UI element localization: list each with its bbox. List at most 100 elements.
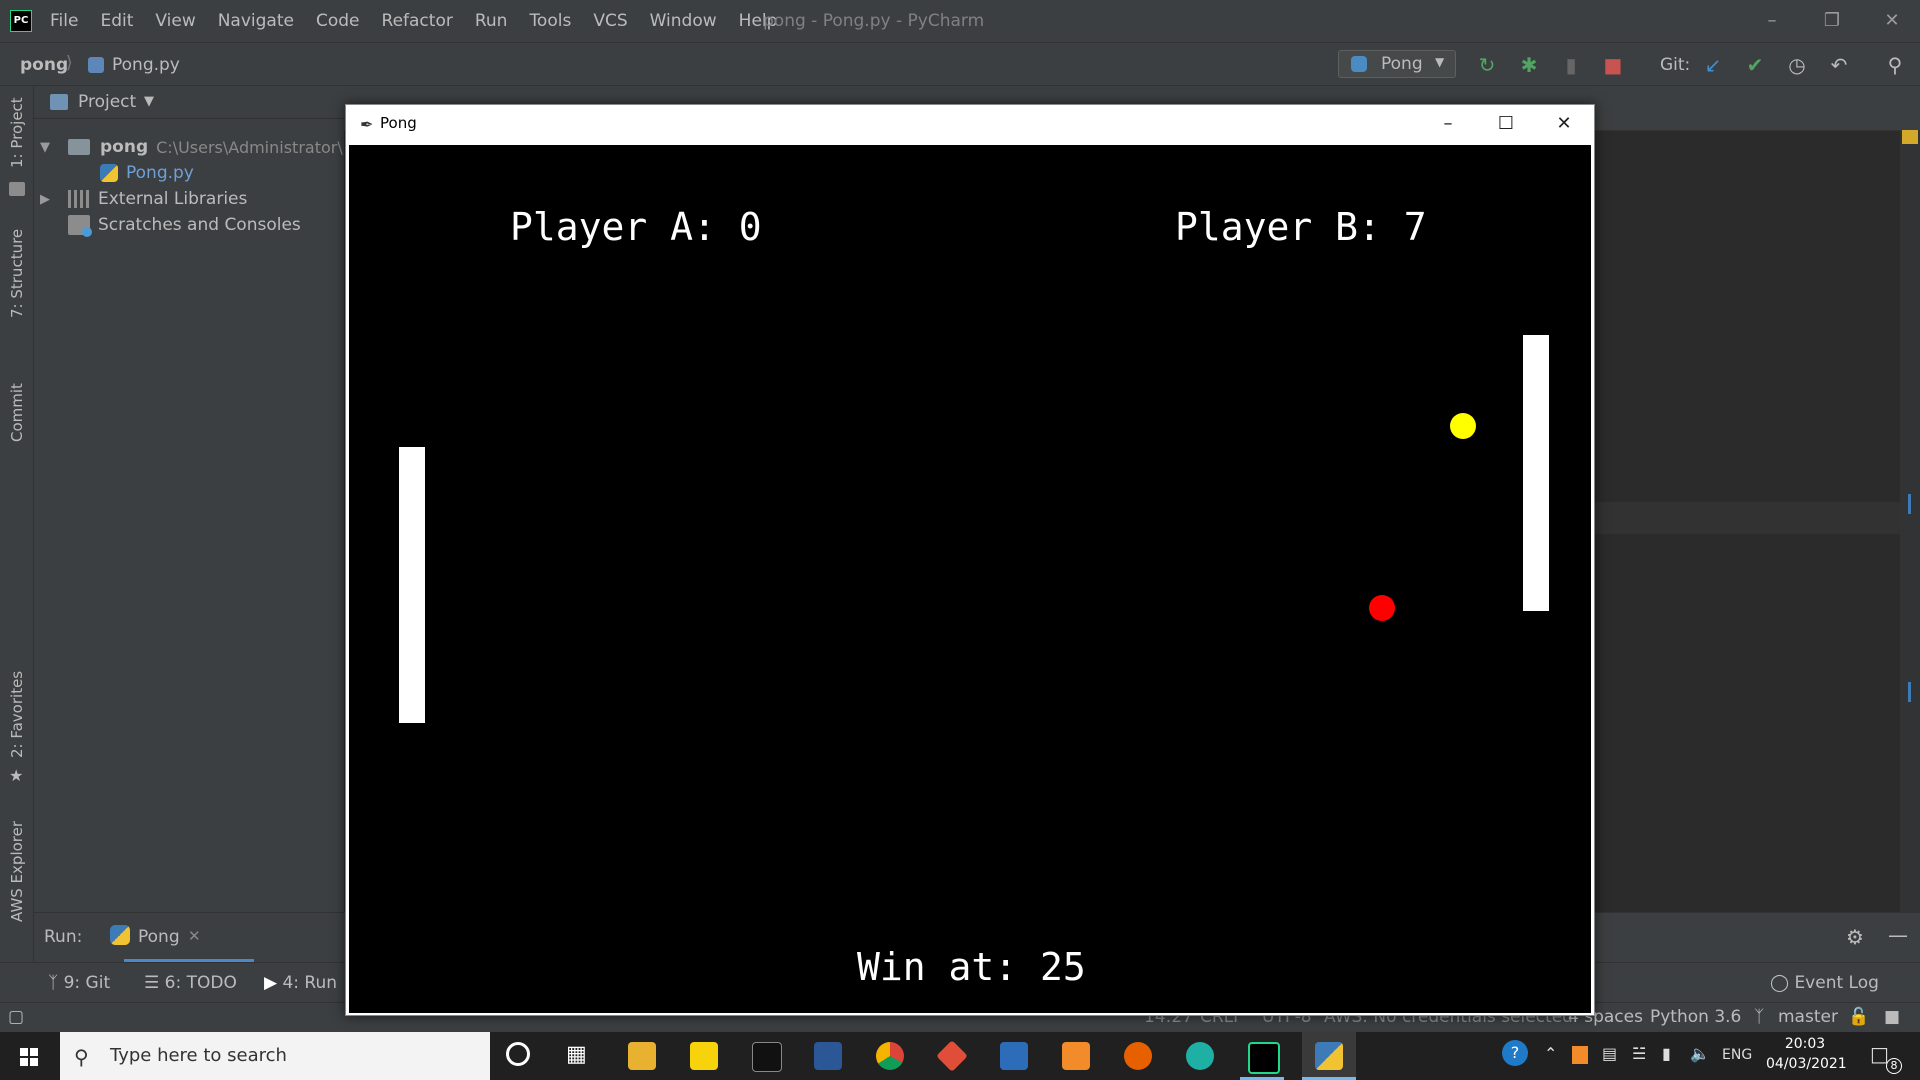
status-git-branch[interactable]: master xyxy=(1778,1007,1838,1027)
gear-icon[interactable]: ⚙ xyxy=(1846,925,1864,949)
run-configuration-select[interactable]: Pong ▼ xyxy=(1338,50,1456,78)
run-tab-pong[interactable]: Pong xyxy=(138,927,180,947)
menu-window[interactable]: Window xyxy=(650,11,717,31)
event-log-button[interactable]: ◯ Event Log xyxy=(1770,973,1879,993)
edge-icon[interactable] xyxy=(1186,1042,1214,1070)
tree-item-scratches[interactable]: Scratches and Consoles xyxy=(68,212,301,238)
pong-window[interactable]: ✒ Pong – ☐ ✕ Player A: 0 Player B: 7 Win… xyxy=(345,104,1595,1016)
wifi-icon[interactable]: ☱ xyxy=(1632,1044,1646,1063)
player-b-score: Player B: 7 xyxy=(1175,205,1427,249)
menu-tools[interactable]: Tools xyxy=(529,11,571,31)
chevron-up-icon[interactable]: ⌃ xyxy=(1544,1044,1557,1063)
tree-item-external-libraries[interactable]: ▶ External Libraries xyxy=(40,186,247,212)
taskbar-search[interactable]: ⚲ Type here to search xyxy=(60,1032,490,1080)
help-icon[interactable]: ? xyxy=(1502,1040,1528,1066)
close-icon[interactable]: ✕ xyxy=(1538,107,1590,141)
menu-refactor[interactable]: Refactor xyxy=(382,11,453,31)
coverage-icon[interactable]: ▮ xyxy=(1558,53,1584,79)
menu-code[interactable]: Code xyxy=(316,11,360,31)
tool-git[interactable]: ᛉ 9: Git xyxy=(48,973,110,993)
terminal-icon[interactable] xyxy=(752,1042,782,1072)
task-view-icon[interactable]: ▦ xyxy=(566,1042,587,1067)
notification-count: 8 xyxy=(1886,1058,1902,1074)
pong-title-bar[interactable]: ✒ Pong – ☐ ✕ xyxy=(346,105,1594,143)
chevron-down-icon[interactable]: ▼ xyxy=(144,94,154,109)
rollback-icon[interactable]: ↶ xyxy=(1826,53,1852,79)
tab-aws-explorer[interactable]: AWS Explorer xyxy=(8,821,26,922)
git-client-icon[interactable] xyxy=(936,1040,968,1072)
menu-view[interactable]: View xyxy=(155,11,195,31)
rerun-icon[interactable]: ↻ xyxy=(1474,53,1500,79)
minimize-icon[interactable]: – xyxy=(1422,107,1474,141)
firefox-icon[interactable] xyxy=(1124,1042,1152,1070)
python-taskbar-button[interactable] xyxy=(1302,1032,1356,1080)
chrome-icon[interactable] xyxy=(876,1042,904,1070)
tool-run[interactable]: ▶ 4: Run xyxy=(264,973,337,993)
git-update-icon[interactable]: ↙ xyxy=(1700,53,1726,79)
close-icon[interactable]: ✕ xyxy=(1872,6,1912,36)
menu-vcs[interactable]: VCS xyxy=(593,11,627,31)
menu-edit[interactable]: Edit xyxy=(100,11,133,31)
change-marker[interactable] xyxy=(1908,494,1911,514)
editor-scrollbar[interactable] xyxy=(1900,130,1920,912)
windows-taskbar: ⚲ Type here to search ▦ ? ⌃ ▤ ☱ ▮ 🔈 ENG … xyxy=(0,1032,1920,1080)
debug-icon[interactable]: ✱ xyxy=(1516,53,1542,79)
search-icon[interactable]: ⚲ xyxy=(1882,53,1908,79)
tree-item-pong-py[interactable]: Pong.py xyxy=(100,160,194,186)
chevron-right-icon[interactable]: ▶ xyxy=(40,192,56,207)
paddle-a xyxy=(399,447,425,723)
close-icon[interactable]: ✕ xyxy=(188,927,201,945)
tree-item-label: External Libraries xyxy=(98,189,248,209)
run-panel-label: Run: xyxy=(44,927,83,947)
history-icon[interactable]: ◷ xyxy=(1784,53,1810,79)
sublime-text-icon[interactable] xyxy=(1062,1042,1090,1070)
start-button[interactable] xyxy=(0,1032,60,1080)
clock-date[interactable]: 04/03/2021 xyxy=(1766,1056,1847,1072)
project-icon xyxy=(50,94,68,110)
volume-icon[interactable]: 🔈 xyxy=(1690,1044,1710,1063)
tree-item-pong[interactable]: ▼ pong C:\Users\Administrator\Py xyxy=(40,134,362,160)
panel-toggle-icon[interactable]: ▢ xyxy=(8,1007,24,1027)
lock-icon[interactable]: 🔓 xyxy=(1848,1007,1869,1027)
memory-indicator-icon[interactable]: ■ xyxy=(1884,1007,1900,1027)
search-placeholder: Type here to search xyxy=(110,1045,287,1066)
tool-todo[interactable]: ☰ 6: TODO xyxy=(144,973,237,993)
maximize-icon[interactable]: ☐ xyxy=(1480,107,1532,141)
folder-icon xyxy=(68,139,90,155)
chevron-down-icon[interactable]: ▼ xyxy=(40,140,56,155)
menu-file[interactable]: File xyxy=(50,11,78,31)
breadcrumb-file[interactable]: Pong.py xyxy=(112,55,180,75)
word-icon[interactable] xyxy=(814,1042,842,1070)
project-panel-title[interactable]: Project xyxy=(78,92,136,112)
sticky-notes-icon[interactable] xyxy=(690,1042,718,1070)
chevron-down-icon: ▼ xyxy=(1435,55,1445,69)
warning-marker-icon[interactable] xyxy=(1902,130,1918,144)
stop-icon[interactable]: ■ xyxy=(1600,53,1626,79)
tree-item-label: Scratches and Consoles xyxy=(98,215,301,235)
restore-icon[interactable]: ❐ xyxy=(1812,6,1852,36)
run-configuration-label: Pong xyxy=(1381,54,1423,74)
cortana-icon[interactable] xyxy=(506,1042,530,1066)
tab-commit[interactable]: Commit xyxy=(8,383,26,442)
tab-favorites[interactable]: 2: Favorites xyxy=(8,671,26,758)
pong-canvas[interactable]: Player A: 0 Player B: 7 Win at: 25 xyxy=(349,145,1591,1013)
minimize-icon[interactable]: – xyxy=(1752,6,1792,36)
battery-icon[interactable]: ▮ xyxy=(1662,1044,1671,1063)
breadcrumb-project[interactable]: pong xyxy=(20,55,68,75)
status-interpreter[interactable]: Python 3.6 xyxy=(1650,1007,1741,1027)
file-explorer-icon[interactable] xyxy=(628,1042,656,1070)
tray-app-icon[interactable] xyxy=(1572,1046,1588,1064)
language-indicator[interactable]: ENG xyxy=(1722,1047,1752,1063)
device-icon[interactable]: ▤ xyxy=(1602,1044,1617,1063)
tab-project[interactable]: 1: Project xyxy=(8,97,26,168)
git-commit-icon[interactable]: ✔ xyxy=(1742,53,1768,79)
clock-time[interactable]: 20:03 xyxy=(1770,1036,1840,1052)
powershell-icon[interactable] xyxy=(1000,1042,1028,1070)
change-marker[interactable] xyxy=(1908,682,1911,702)
tab-structure[interactable]: 7: Structure xyxy=(8,229,26,318)
pycharm-taskbar-icon[interactable] xyxy=(1248,1042,1280,1074)
hide-panel-icon[interactable]: — xyxy=(1888,923,1908,947)
menu-run[interactable]: Run xyxy=(475,11,508,31)
menu-navigate[interactable]: Navigate xyxy=(218,11,294,31)
project-panel-header: Project ▼ xyxy=(34,86,344,119)
